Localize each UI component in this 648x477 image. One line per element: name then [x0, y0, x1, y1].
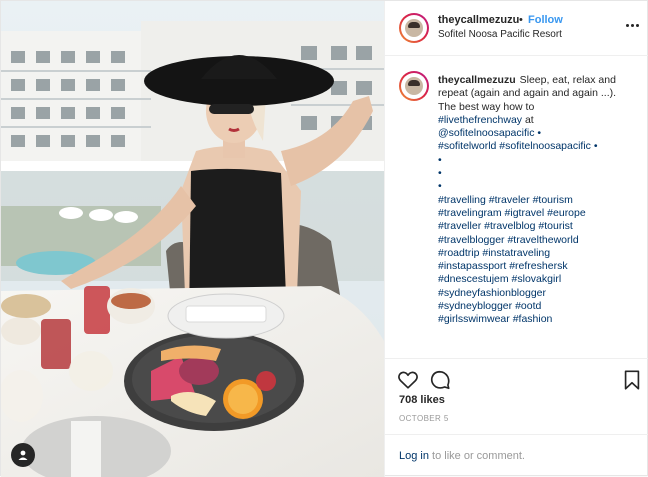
hashtag-link[interactable]: #europe: [547, 207, 586, 219]
login-link[interactable]: Log in: [399, 450, 429, 462]
location-link[interactable]: Sofitel Noosa Pacific Resort: [438, 29, 562, 40]
hashtag-line: #roadtrip #instatraveling: [438, 247, 638, 260]
login-prompt: Log in to like or comment.: [385, 434, 648, 477]
hashtag-line: #sydneyfashionblogger: [438, 287, 638, 300]
bullet: •: [593, 140, 598, 153]
heart-icon[interactable]: [397, 369, 419, 391]
hashtag-link[interactable]: #travelling: [438, 194, 486, 206]
hashtag-link[interactable]: #travelingram: [438, 207, 502, 219]
post-date: OCTOBER 5: [399, 414, 449, 423]
hashtag-link[interactable]: #slovakgirl: [512, 273, 562, 285]
hashtag-line: #dnescestujem #slovakgirl: [438, 273, 638, 286]
hashtag-link[interactable]: #traveller: [438, 220, 481, 232]
hashtag-link[interactable]: #sydneyfashionblogger: [438, 287, 546, 299]
mention-link[interactable]: @sofitelnoosapacific: [438, 127, 534, 139]
hashtag-link[interactable]: #girlsswimwear: [438, 313, 510, 325]
hashtag-link[interactable]: #refreshersk: [509, 260, 567, 272]
hashtag-line: #girlsswimwear #fashion: [438, 313, 638, 326]
hashtag-line: •: [438, 154, 638, 167]
hashtag-link[interactable]: #traveltheworld: [507, 234, 578, 246]
action-bar: [385, 358, 648, 398]
hashtag-line: #travelingram #igtravel #europe: [438, 207, 638, 220]
hashtag-list: #livethefrenchway at @sofitelnoosapacific…: [438, 114, 638, 327]
post-header: theycallmezuzu • Follow Sofitel Noosa Pa…: [385, 1, 648, 56]
caption-text-line: Sleep, eat, relax and: [519, 74, 616, 86]
hashtag-link[interactable]: #livethefrenchway: [438, 114, 522, 126]
hashtag-link[interactable]: #tourist: [538, 220, 572, 232]
hashtag-line: #livethefrenchway at: [438, 114, 638, 127]
caption-username[interactable]: theycallmezuzu: [438, 74, 516, 86]
hashtag-link[interactable]: #travelblog: [484, 220, 535, 232]
post-sidebar: theycallmezuzu • Follow Sofitel Noosa Pa…: [384, 1, 648, 477]
comment-icon[interactable]: [429, 369, 451, 391]
avatar[interactable]: [399, 13, 429, 43]
bullet: •: [438, 167, 442, 180]
tagged-users-button[interactable]: [11, 443, 35, 467]
hashtag-line: #sofitelworld #sofitelnoosapacific •: [438, 140, 638, 153]
hashtag-line: #travelling #traveler #tourism: [438, 194, 638, 207]
login-prompt-text: Log in to like or comment.: [399, 450, 525, 462]
hashtag-link[interactable]: #instapassport: [438, 260, 506, 272]
hashtag-link[interactable]: #instatraveling: [482, 247, 550, 259]
more-options-icon[interactable]: [626, 18, 640, 32]
hashtag-link[interactable]: #travelblogger: [438, 234, 505, 246]
hashtag-line: #instapassport #refreshersk: [438, 260, 638, 273]
comments-section[interactable]: theycallmezuzu Sleep, eat, relax and repe…: [385, 57, 648, 357]
caption-text-line: The best way how to: [438, 100, 535, 113]
hashtag-link[interactable]: #roadtrip: [438, 247, 479, 259]
header-separator: •: [519, 14, 523, 26]
hashtag-link[interactable]: #traveler: [489, 194, 530, 206]
caption-text-line: repeat (again and again and again ...).: [438, 87, 617, 100]
bookmark-icon[interactable]: [621, 369, 643, 391]
hashtag-link[interactable]: #sofitelnoosapacific: [499, 140, 591, 152]
bullet: •: [438, 153, 442, 166]
bullet: •: [537, 127, 542, 140]
hashtag-line: #traveller #travelblog #tourist: [438, 220, 638, 233]
likes-count[interactable]: 708 likes: [399, 394, 445, 406]
instagram-post: theycallmezuzu • Follow Sofitel Noosa Pa…: [0, 0, 648, 477]
follow-button[interactable]: Follow: [528, 14, 563, 26]
bullet: •: [438, 180, 442, 193]
hashtag-line: •: [438, 167, 638, 180]
hashtag-link[interactable]: #ootd: [515, 300, 541, 312]
post-photo-illustration: [1, 1, 384, 477]
caption-avatar[interactable]: [399, 71, 429, 101]
hashtag-link[interactable]: #fashion: [513, 313, 553, 325]
hashtag-link[interactable]: #igtravel: [505, 207, 545, 219]
hashtag-line: @sofitelnoosapacific •: [438, 127, 638, 140]
caption-word: at: [524, 113, 534, 126]
hashtag-link[interactable]: #tourism: [533, 194, 573, 206]
hashtag-line: •: [438, 180, 638, 193]
hashtag-line: #sydneyblogger #ootd: [438, 300, 638, 313]
post-photo[interactable]: [1, 1, 384, 477]
caption: theycallmezuzu Sleep, eat, relax and repe…: [438, 74, 638, 327]
hashtag-link[interactable]: #sydneyblogger: [438, 300, 512, 312]
hashtag-line: #travelblogger #traveltheworld: [438, 234, 638, 247]
header-username[interactable]: theycallmezuzu: [438, 14, 519, 26]
hashtag-link[interactable]: #dnescestujem: [438, 273, 509, 285]
user-tag-icon: [18, 450, 28, 460]
hashtag-link[interactable]: #sofitelworld: [438, 140, 496, 152]
login-prompt-rest: to like or comment.: [428, 450, 525, 462]
